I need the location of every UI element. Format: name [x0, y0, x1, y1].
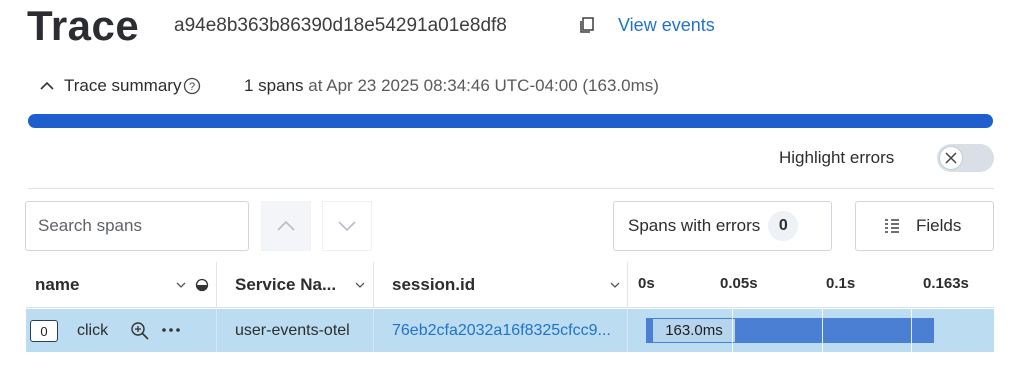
table-header: name Service Na... session.id 0s 0.05s 0…: [26, 262, 994, 308]
column-separator[interactable]: [373, 262, 374, 308]
page-title: Trace: [27, 2, 140, 49]
more-icon[interactable]: [160, 320, 182, 340]
timeline-tick: 0.163s: [923, 275, 969, 292]
trace-id: a94e8b363b86390d18e54291a01e8df8: [174, 15, 507, 36]
svg-text:?: ?: [189, 81, 195, 93]
session-id-link[interactable]: 76eb2cfa2032a16f8325cfcc9...: [392, 320, 624, 342]
highlight-errors-toggle[interactable]: [937, 144, 994, 172]
sort-chevron-icon[interactable]: [609, 279, 621, 291]
view-events-link[interactable]: View events: [618, 13, 715, 37]
spans-with-errors-button[interactable]: Spans with errors 0: [613, 201, 832, 251]
at-word: at: [308, 76, 323, 95]
errors-count-badge: 0: [768, 211, 799, 241]
search-spans-input[interactable]: [25, 201, 249, 251]
close-icon: [945, 152, 957, 164]
column-separator: [627, 309, 628, 352]
chevron-up-icon: [40, 81, 54, 90]
column-header-name[interactable]: name: [35, 262, 215, 308]
spans-with-errors-label: Spans with errors: [628, 216, 761, 235]
divider: [28, 188, 994, 189]
fields-icon: [885, 219, 899, 233]
timeline-gridline: [911, 309, 912, 352]
timeline-tick: 0s: [638, 275, 655, 292]
timeline-gridline: [822, 309, 823, 352]
fields-button[interactable]: Fields: [855, 201, 994, 251]
timeline-gridline: [732, 309, 733, 352]
trace-overview-bar[interactable]: [28, 114, 993, 128]
toggle-knob: [939, 146, 963, 170]
help-icon[interactable]: ?: [183, 77, 201, 95]
span-count: 1 spans: [244, 76, 304, 95]
span-name: click: [77, 322, 109, 339]
span-duration-label: 163.0ms: [653, 319, 735, 342]
column-separator[interactable]: [216, 262, 217, 308]
trace-overview-fill: [28, 114, 993, 128]
trace-summary-toggle[interactable]: Trace summary ?: [38, 74, 201, 98]
zoom-in-icon[interactable]: [130, 321, 150, 341]
child-count-badge[interactable]: 0: [30, 320, 58, 342]
copy-icon[interactable]: [577, 15, 597, 35]
chevron-up-icon: [277, 220, 295, 231]
highlight-errors-label: Highlight errors: [779, 148, 895, 167]
chevron-down-icon: [338, 221, 356, 232]
trace-summary-info: 1 spans at Apr 23 2025 08:34:46 UTC-04:0…: [244, 74, 659, 98]
trace-duration: (163.0ms): [582, 76, 659, 95]
trace-timestamp: Apr 23 2025 08:34:46 UTC-04:00: [326, 76, 578, 95]
timeline-tick: 0.1s: [826, 275, 856, 292]
table-row[interactable]: 0 click user-events-otel 76eb2cfa2032a16…: [26, 309, 994, 352]
column-separator[interactable]: [627, 262, 628, 308]
next-match-button[interactable]: [322, 201, 372, 251]
fields-label: Fields: [916, 216, 962, 235]
column-separator: [216, 309, 217, 352]
trace-summary-label: Trace summary: [64, 76, 182, 95]
half-circle-icon[interactable]: [195, 278, 209, 292]
timeline-tick: 0.05s: [720, 275, 758, 292]
sort-chevron-icon[interactable]: [354, 279, 366, 291]
previous-match-button[interactable]: [261, 201, 311, 251]
column-separator: [373, 309, 374, 352]
column-header-session[interactable]: session.id: [392, 262, 612, 308]
sort-chevron-icon[interactable]: [175, 279, 187, 291]
service-name-cell: user-events-otel: [235, 322, 350, 339]
